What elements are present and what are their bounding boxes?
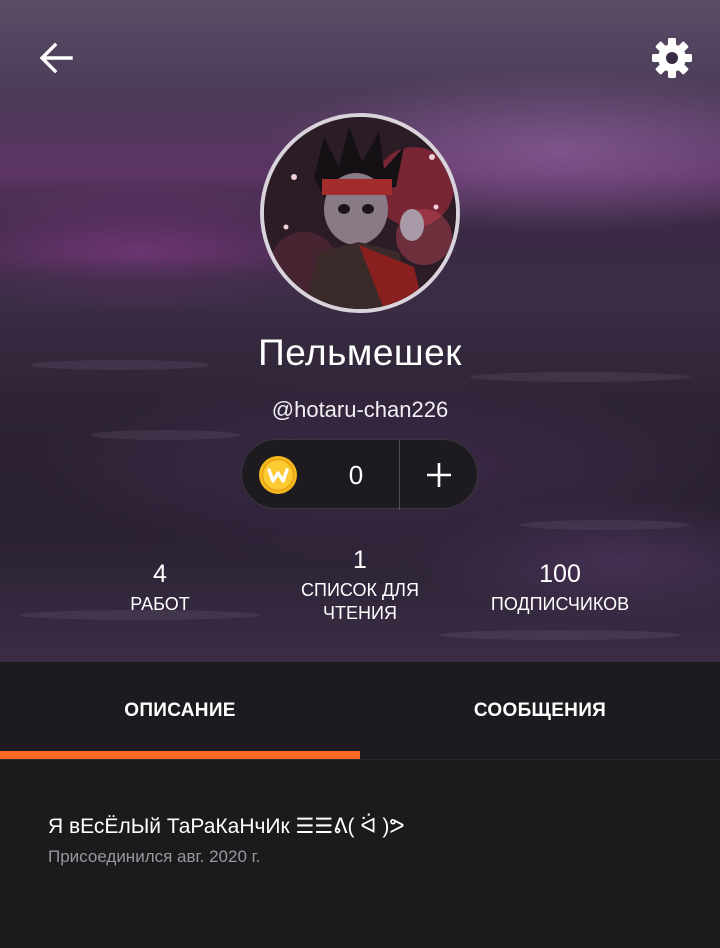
stat-works[interactable]: 4 РАБОТ <box>100 560 220 616</box>
back-button[interactable] <box>32 34 80 82</box>
stat-followers[interactable]: 100 ПОДПИСЧИКОВ <box>470 560 650 616</box>
works-label: РАБОТ <box>130 594 190 614</box>
bio-text: Я вЕсЁлЫй ТаРаКаНчИк ☰☰ᕕ( ᐛ )ᕗ <box>48 815 405 838</box>
coin-count: 0 <box>348 460 364 490</box>
display-name: Пельмешек <box>258 332 462 373</box>
buy-coins-button[interactable] <box>400 440 478 510</box>
gear-icon <box>652 38 692 78</box>
avatar[interactable] <box>260 113 460 313</box>
wave-decoration <box>90 430 240 440</box>
settings-button[interactable] <box>648 34 696 82</box>
arrow-left-icon <box>39 42 73 74</box>
followers-count: 100 <box>539 560 581 588</box>
about-section: Я вЕсЁлЫй ТаРаКаНчИк ☰☰ᕕ( ᐛ )ᕗ Присоедин… <box>0 760 720 948</box>
coin-balance-pill[interactable]: 0 <box>241 439 478 510</box>
avatar-illustration <box>264 117 456 309</box>
profile-tabs: ОПИСАНИЕ СООБЩЕНИЯ <box>0 662 720 760</box>
wave-decoration <box>520 520 690 530</box>
active-tab-indicator <box>0 751 360 759</box>
wattpad-coin-icon <box>259 456 297 494</box>
username: @hotaru-chan226 <box>271 397 449 422</box>
joined-date: Присоединился авг. 2020 г. <box>48 847 261 866</box>
reading-list-label: СПИСОК ДЛЯ ЧТЕНИЯ <box>301 580 419 623</box>
followers-label: ПОДПИСЧИКОВ <box>490 594 630 614</box>
stat-reading-list[interactable]: 1 СПИСОК ДЛЯ ЧТЕНИЯ <box>280 546 440 625</box>
works-count: 4 <box>153 560 167 588</box>
wave-decoration <box>440 630 680 640</box>
tab-about[interactable]: ОПИСАНИЕ <box>0 662 360 760</box>
tab-messages[interactable]: СООБЩЕНИЯ <box>360 662 720 760</box>
reading-list-count: 1 <box>353 546 367 574</box>
plus-icon <box>427 463 451 487</box>
